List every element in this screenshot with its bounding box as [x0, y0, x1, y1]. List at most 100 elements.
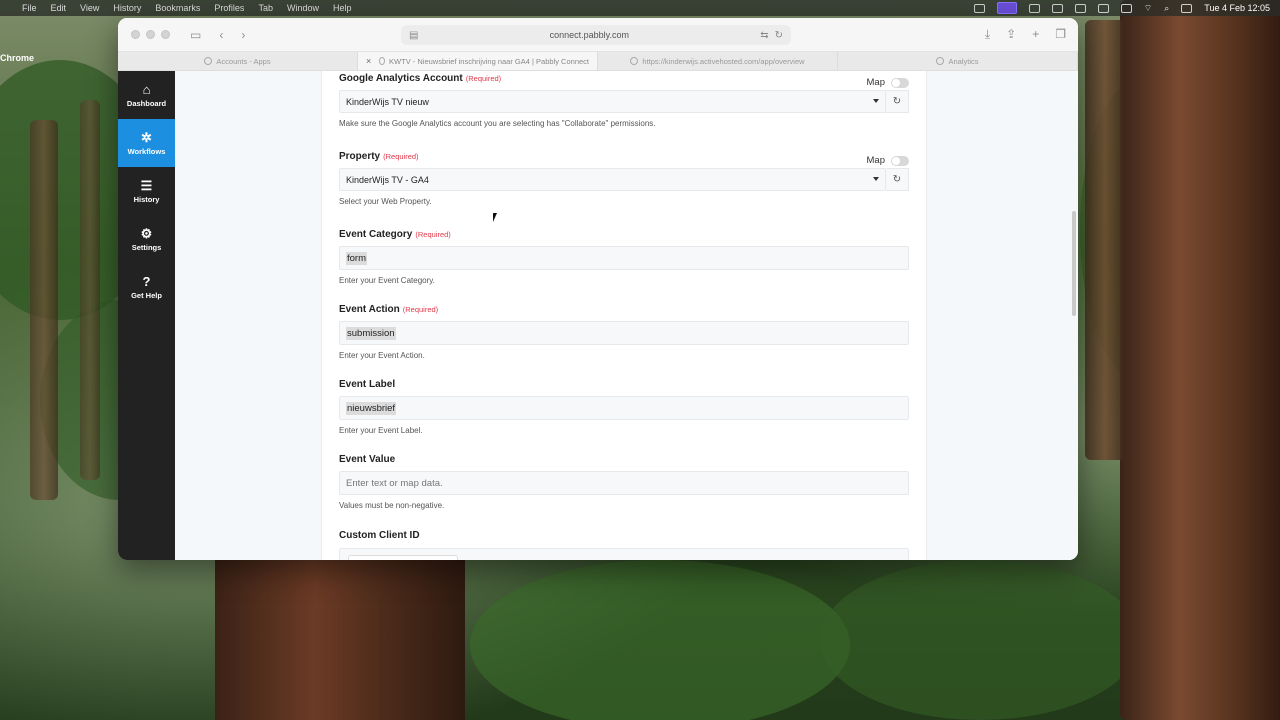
tab-pabbly-connect[interactable]: × KWTV - Nieuwsbrief inschrijving naar G…	[358, 52, 598, 70]
status-display-icon[interactable]	[973, 3, 985, 13]
menu-view[interactable]: View	[80, 3, 99, 13]
map-toggle-label: Map	[866, 77, 885, 88]
macos-menu-bar: Chrome File Edit View History Bookmarks …	[0, 0, 1280, 63]
required-tag: (Required)	[383, 152, 419, 161]
refresh-button[interactable]: ↻	[886, 168, 909, 191]
share-icon[interactable]: ⇪	[1006, 27, 1016, 42]
tab-label: https://kinderwijs.activehosted.com/app/…	[642, 56, 805, 66]
page-scrollbar[interactable]	[1072, 211, 1076, 316]
field-label-text: Event Value	[339, 454, 396, 465]
tab-favicon-icon	[379, 57, 386, 65]
new-tab-icon[interactable]: +	[1032, 27, 1039, 42]
field-label: Event Label	[339, 379, 909, 390]
zoom-window-button[interactable]	[161, 30, 170, 39]
refresh-button[interactable]: ↻	[886, 90, 909, 113]
input-placeholder: Enter text or map data.	[346, 477, 443, 489]
custom-client-id-input[interactable]	[339, 548, 909, 560]
chevron-down-icon	[873, 177, 879, 181]
field-hint: Make sure the Google Analytics account y…	[339, 119, 656, 128]
field-hint: Select your Web Property.	[339, 197, 432, 206]
close-window-button[interactable]	[131, 30, 140, 39]
control-center-icon[interactable]	[1181, 3, 1193, 13]
sidebar-item-get-help[interactable]: ? Get Help	[118, 263, 175, 311]
sidebar-item-history[interactable]: ☰ History	[118, 167, 175, 215]
translate-icon[interactable]: ⇆	[760, 30, 768, 41]
sidebar-item-workflows[interactable]: ✲ Workflows	[118, 119, 175, 167]
field-label-text: Event Action	[339, 304, 400, 315]
required-tag: (Required)	[465, 74, 502, 83]
menu-bookmarks[interactable]: Bookmarks	[155, 3, 200, 13]
status-user-icon[interactable]	[1097, 3, 1109, 13]
wifi-icon[interactable]: ⌔	[1144, 3, 1152, 14]
map-toggle[interactable]: Map	[867, 155, 909, 166]
tab-accounts-apps[interactable]: Accounts - Apps	[118, 52, 358, 70]
mapped-data-chip[interactable]	[348, 555, 458, 560]
tab-label: Accounts - Apps	[216, 56, 271, 66]
spotlight-search-icon[interactable]: ⌕	[1164, 3, 1169, 14]
event-label-field: Event Label nieuwsbrief Enter your Event…	[339, 379, 909, 435]
map-toggle-label: Map	[866, 155, 885, 166]
tab-overview-icon[interactable]: ❐	[1055, 27, 1066, 42]
downloads-icon[interactable]: ⤓	[985, 27, 990, 42]
event-value-field: Event Value Enter text or map data. Valu…	[339, 454, 909, 510]
status-vpn-icon[interactable]	[1028, 3, 1040, 13]
refresh-icon: ↻	[892, 96, 902, 107]
field-label-text: Property	[339, 151, 381, 162]
status-extension-icon[interactable]	[1051, 3, 1063, 13]
property-field: Property (Required) Map KinderWijs TV - …	[339, 151, 909, 206]
event-category-field: Event Category (Required) form Enter you…	[339, 229, 909, 285]
event-action-input[interactable]: submission	[339, 321, 909, 345]
page-settings-icon[interactable]: ▤	[409, 30, 418, 41]
tab-label: KWTV - Nieuwsbrief inschrijving naar GA4…	[389, 56, 589, 66]
map-switch[interactable]	[891, 155, 909, 166]
menu-help[interactable]: Help	[333, 3, 352, 13]
menu-file[interactable]: File	[22, 3, 37, 13]
list-icon: ☰	[140, 177, 153, 193]
map-switch[interactable]	[891, 77, 909, 88]
forward-icon[interactable]: ›	[241, 28, 245, 42]
address-bar[interactable]: ▤ connect.pabbly.com ⇆ ↻	[401, 25, 791, 45]
event-category-input[interactable]: form	[339, 246, 909, 270]
map-toggle[interactable]: Map	[867, 77, 909, 88]
status-screen-record-icon[interactable]	[996, 2, 1017, 14]
menu-window[interactable]: Window	[287, 3, 319, 13]
ga-account-select[interactable]: KinderWijs TV nieuw	[339, 90, 886, 113]
sidebar-item-dashboard[interactable]: ⌂ Dashboard	[118, 71, 175, 119]
chevron-down-icon	[873, 99, 879, 103]
property-select[interactable]: KinderWijs TV - GA4	[339, 168, 886, 191]
input-value: nieuwsbrief	[346, 401, 397, 415]
event-action-field: Event Action (Required) submission Enter…	[339, 304, 909, 360]
url-text[interactable]: connect.pabbly.com	[418, 30, 760, 40]
status-mirror-icon[interactable]	[1074, 3, 1086, 13]
input-value: submission	[346, 326, 396, 340]
field-label: Google Analytics Account (Required)	[339, 73, 909, 84]
field-hint: Enter your Event Label.	[339, 426, 423, 435]
close-tab-icon[interactable]: ×	[366, 56, 371, 66]
tab-strip: Accounts - Apps × KWTV - Nieuwsbrief ins…	[118, 52, 1078, 71]
custom-client-id-field: Custom Client ID	[339, 530, 909, 541]
tab-analytics[interactable]: Analytics	[838, 52, 1078, 70]
field-hint: Enter your Event Action.	[339, 351, 425, 360]
reload-icon[interactable]: ↻	[775, 30, 783, 41]
battery-icon[interactable]	[1120, 3, 1132, 13]
menu-profiles[interactable]: Profiles	[214, 3, 244, 13]
sidebar-item-label: History	[133, 194, 160, 204]
back-icon[interactable]: ‹	[219, 28, 223, 42]
app-sidebar: ⌂ Dashboard ✲ Workflows ☰ History ⚙ Sett…	[118, 71, 175, 560]
sidebar-item-settings[interactable]: ⚙ Settings	[118, 215, 175, 263]
sidebar-toggle-icon[interactable]: ▭	[190, 28, 201, 42]
gear-icon: ⚙	[140, 225, 153, 241]
minimize-window-button[interactable]	[146, 30, 155, 39]
tab-activehosted[interactable]: https://kinderwijs.activehosted.com/app/…	[598, 52, 838, 70]
sidebar-item-label: Dashboard	[126, 98, 167, 108]
menu-edit[interactable]: Edit	[51, 3, 67, 13]
menu-history[interactable]: History	[113, 3, 141, 13]
event-value-input[interactable]: Enter text or map data.	[339, 471, 909, 495]
field-label-text: Event Category	[339, 229, 413, 240]
field-label: Event Category (Required)	[339, 229, 909, 240]
menu-clock[interactable]: Tue 4 Feb 12:05	[1204, 3, 1270, 13]
menu-tab[interactable]: Tab	[258, 3, 273, 13]
field-label-text: Custom Client ID	[339, 530, 420, 541]
event-label-input[interactable]: nieuwsbrief	[339, 396, 909, 420]
pabbly-app: ⌂ Dashboard ✲ Workflows ☰ History ⚙ Sett…	[118, 71, 1078, 560]
